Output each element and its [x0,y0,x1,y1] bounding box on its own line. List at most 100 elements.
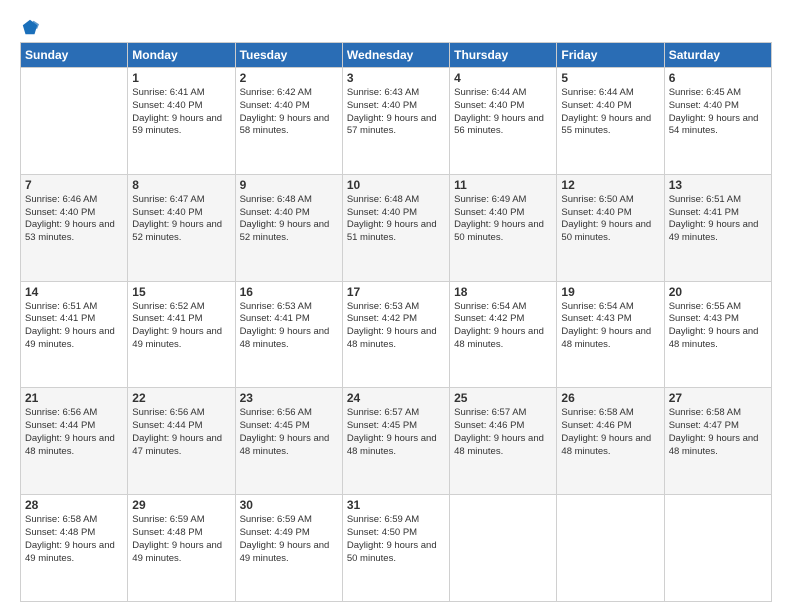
calendar-week-row: 7Sunrise: 6:46 AMSunset: 4:40 PMDaylight… [21,174,772,281]
day-number: 8 [132,178,230,192]
day-number: 10 [347,178,445,192]
calendar-cell: 10 Sunrise: 6:48 AMSunset: 4:40 PMDayligh… [342,174,449,281]
day-number: 17 [347,285,445,299]
calendar-cell: 14 Sunrise: 6:51 AMSunset: 4:41 PMDayligh… [21,281,128,388]
day-number: 30 [240,498,338,512]
calendar-cell: 16 Sunrise: 6:53 AMSunset: 4:41 PMDayligh… [235,281,342,388]
day-info: Sunrise: 6:58 AMSunset: 4:48 PMDaylight:… [25,514,123,565]
day-number: 6 [669,71,767,85]
day-info: Sunrise: 6:56 AMSunset: 4:44 PMDaylight:… [132,407,230,458]
calendar-week-row: 14 Sunrise: 6:51 AMSunset: 4:41 PMDayligh… [21,281,772,388]
day-info: Sunrise: 6:59 AMSunset: 4:49 PMDaylight:… [240,514,338,565]
day-number: 5 [561,71,659,85]
calendar-cell: 4 Sunrise: 6:44 AMSunset: 4:40 PMDaylight… [450,68,557,175]
calendar-cell: 11 Sunrise: 6:49 AMSunset: 4:40 PMDayligh… [450,174,557,281]
day-number: 22 [132,391,230,405]
day-info: Sunrise: 6:53 AMSunset: 4:41 PMDaylight:… [240,301,338,352]
day-number: 14 [25,285,123,299]
weekday-header-cell: Wednesday [342,43,449,68]
calendar-cell: 20 Sunrise: 6:55 AMSunset: 4:43 PMDayligh… [664,281,771,388]
calendar-cell: 24 Sunrise: 6:57 AMSunset: 4:45 PMDayligh… [342,388,449,495]
day-info: Sunrise: 6:54 AMSunset: 4:43 PMDaylight:… [561,301,659,352]
day-info: Sunrise: 6:49 AMSunset: 4:40 PMDaylight:… [454,194,552,245]
day-number: 1 [132,71,230,85]
day-number: 19 [561,285,659,299]
calendar-table: SundayMondayTuesdayWednesdayThursdayFrid… [20,42,772,602]
calendar-cell: 7Sunrise: 6:46 AMSunset: 4:40 PMDaylight… [21,174,128,281]
calendar-cell: 21 Sunrise: 6:56 AMSunset: 4:44 PMDayligh… [21,388,128,495]
day-info: Sunrise: 6:51 AMSunset: 4:41 PMDaylight:… [25,301,123,352]
calendar-cell: 31 Sunrise: 6:59 AMSunset: 4:50 PMDayligh… [342,495,449,602]
calendar-cell: 13Sunrise: 6:51 AMSunset: 4:41 PMDayligh… [664,174,771,281]
calendar-cell: 9 Sunrise: 6:48 AMSunset: 4:40 PMDaylight… [235,174,342,281]
day-number: 16 [240,285,338,299]
logo-flag-icon [21,18,39,36]
calendar-cell: 25 Sunrise: 6:57 AMSunset: 4:46 PMDayligh… [450,388,557,495]
day-number: 25 [454,391,552,405]
day-info: Sunrise: 6:59 AMSunset: 4:50 PMDaylight:… [347,514,445,565]
calendar-cell: 19 Sunrise: 6:54 AMSunset: 4:43 PMDayligh… [557,281,664,388]
day-info: Sunrise: 6:57 AMSunset: 4:45 PMDaylight:… [347,407,445,458]
day-info: Sunrise: 6:47 AMSunset: 4:40 PMDaylight:… [132,194,230,245]
day-number: 15 [132,285,230,299]
day-info: Sunrise: 6:51 AMSunset: 4:41 PMDaylight:… [669,194,767,245]
calendar-cell: 18 Sunrise: 6:54 AMSunset: 4:42 PMDayligh… [450,281,557,388]
day-number: 29 [132,498,230,512]
day-number: 24 [347,391,445,405]
day-info: Sunrise: 6:44 AMSunset: 4:40 PMDaylight:… [454,87,552,138]
day-number: 31 [347,498,445,512]
calendar-week-row: 28 Sunrise: 6:58 AMSunset: 4:48 PMDayligh… [21,495,772,602]
day-info: Sunrise: 6:56 AMSunset: 4:44 PMDaylight:… [25,407,123,458]
day-info: Sunrise: 6:48 AMSunset: 4:40 PMDaylight:… [347,194,445,245]
calendar-cell: 17 Sunrise: 6:53 AMSunset: 4:42 PMDayligh… [342,281,449,388]
page: SundayMondayTuesdayWednesdayThursdayFrid… [0,0,792,612]
calendar-cell: 1Sunrise: 6:41 AMSunset: 4:40 PMDaylight… [128,68,235,175]
calendar-cell: 2 Sunrise: 6:42 AMSunset: 4:40 PMDaylight… [235,68,342,175]
day-info: Sunrise: 6:56 AMSunset: 4:45 PMDaylight:… [240,407,338,458]
calendar-cell [21,68,128,175]
calendar-cell: 23Sunrise: 6:56 AMSunset: 4:45 PMDayligh… [235,388,342,495]
day-number: 9 [240,178,338,192]
calendar-cell: 28 Sunrise: 6:58 AMSunset: 4:48 PMDayligh… [21,495,128,602]
calendar-cell: 27 Sunrise: 6:58 AMSunset: 4:47 PMDayligh… [664,388,771,495]
calendar-cell: 5 Sunrise: 6:44 AMSunset: 4:40 PMDaylight… [557,68,664,175]
calendar-cell [450,495,557,602]
day-info: Sunrise: 6:53 AMSunset: 4:42 PMDaylight:… [347,301,445,352]
weekday-header-cell: Monday [128,43,235,68]
calendar-cell: 29Sunrise: 6:59 AMSunset: 4:48 PMDayligh… [128,495,235,602]
calendar-cell: 30 Sunrise: 6:59 AMSunset: 4:49 PMDayligh… [235,495,342,602]
day-number: 28 [25,498,123,512]
day-info: Sunrise: 6:52 AMSunset: 4:41 PMDaylight:… [132,301,230,352]
day-number: 12 [561,178,659,192]
calendar-week-row: 21 Sunrise: 6:56 AMSunset: 4:44 PMDayligh… [21,388,772,495]
day-info: Sunrise: 6:50 AMSunset: 4:40 PMDaylight:… [561,194,659,245]
day-number: 18 [454,285,552,299]
calendar-cell: 3 Sunrise: 6:43 AMSunset: 4:40 PMDaylight… [342,68,449,175]
header [20,18,772,36]
day-info: Sunrise: 6:42 AMSunset: 4:40 PMDaylight:… [240,87,338,138]
logo [20,18,39,36]
day-info: Sunrise: 6:54 AMSunset: 4:42 PMDaylight:… [454,301,552,352]
day-info: Sunrise: 6:57 AMSunset: 4:46 PMDaylight:… [454,407,552,458]
day-info: Sunrise: 6:55 AMSunset: 4:43 PMDaylight:… [669,301,767,352]
calendar-cell: 22 Sunrise: 6:56 AMSunset: 4:44 PMDayligh… [128,388,235,495]
day-info: Sunrise: 6:46 AMSunset: 4:40 PMDaylight:… [25,194,123,245]
weekday-header-cell: Sunday [21,43,128,68]
weekday-header-cell: Saturday [664,43,771,68]
day-number: 4 [454,71,552,85]
weekday-header-cell: Thursday [450,43,557,68]
day-number: 11 [454,178,552,192]
day-number: 21 [25,391,123,405]
day-info: Sunrise: 6:43 AMSunset: 4:40 PMDaylight:… [347,87,445,138]
calendar-week-row: 1Sunrise: 6:41 AMSunset: 4:40 PMDaylight… [21,68,772,175]
calendar-cell [664,495,771,602]
day-number: 2 [240,71,338,85]
day-info: Sunrise: 6:44 AMSunset: 4:40 PMDaylight:… [561,87,659,138]
weekday-header-cell: Friday [557,43,664,68]
day-info: Sunrise: 6:58 AMSunset: 4:47 PMDaylight:… [669,407,767,458]
day-info: Sunrise: 6:48 AMSunset: 4:40 PMDaylight:… [240,194,338,245]
day-number: 27 [669,391,767,405]
calendar-cell: 8 Sunrise: 6:47 AMSunset: 4:40 PMDaylight… [128,174,235,281]
day-number: 3 [347,71,445,85]
day-number: 20 [669,285,767,299]
